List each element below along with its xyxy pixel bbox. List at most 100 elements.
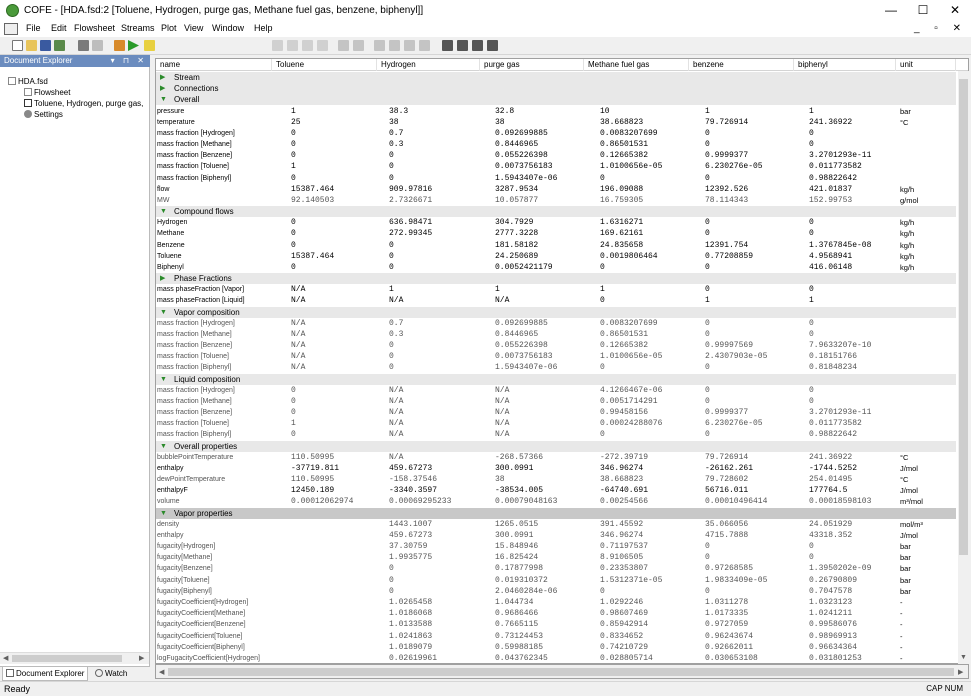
move-column-icon[interactable]	[302, 40, 313, 51]
value-cell[interactable]: 0.17877998	[495, 563, 543, 574]
section-header[interactable]: ▼ Vapor composition	[156, 306, 956, 318]
value-cell[interactable]: 0	[705, 284, 710, 295]
value-cell[interactable]: 0.7665115	[495, 619, 538, 630]
tree-item-hda-fsd[interactable]: HDA.fsd	[8, 77, 48, 86]
value-cell[interactable]: N/A	[495, 429, 509, 440]
value-cell[interactable]: 0.98607469	[600, 608, 648, 619]
value-cell[interactable]: 254.01495	[809, 474, 852, 485]
value-cell[interactable]: 0.71197537	[600, 541, 648, 552]
value-cell[interactable]: 2777.3228	[495, 228, 538, 239]
value-cell[interactable]: 0	[291, 139, 296, 150]
table-row[interactable]: Biphenyl 0 0 0.0052421179 0 0 416.06148 kg/h	[156, 262, 956, 273]
print-icon[interactable]	[442, 40, 453, 51]
value-cell[interactable]: 0.00018598103	[809, 496, 871, 507]
print-zoom-icon[interactable]	[487, 40, 498, 51]
scroll-thumb[interactable]	[959, 79, 968, 555]
value-cell[interactable]: N/A	[389, 396, 403, 407]
table-row[interactable]: fugacityCoefficient[Toluene] 1.0241863 0.7…	[156, 631, 956, 642]
value-cell[interactable]: 0.98822642	[809, 429, 857, 440]
value-cell[interactable]: 1.0133588	[389, 619, 432, 630]
value-cell[interactable]: 15387.464	[291, 251, 334, 262]
value-cell[interactable]: 1	[600, 284, 605, 295]
scroll-right-icon[interactable]: ▶	[958, 668, 963, 676]
menu-file[interactable]: File	[26, 23, 41, 33]
value-cell[interactable]: 636.98471	[389, 217, 432, 228]
value-cell[interactable]: N/A	[495, 385, 509, 396]
table-row[interactable]: fugacity[Biphenyl] 0 2.0460284e-06 0 0 0.7047…	[156, 586, 956, 597]
value-cell[interactable]: 1.5943407e-06	[495, 173, 557, 184]
value-cell[interactable]: -1744.5252	[809, 463, 857, 474]
value-cell[interactable]: 1.044734	[495, 597, 533, 608]
tree-item-settings[interactable]: Settings	[24, 110, 63, 119]
value-cell[interactable]: 421.01837	[809, 184, 852, 195]
collapse-icon[interactable]: ▼	[160, 441, 167, 452]
value-cell[interactable]: 0	[389, 251, 394, 262]
table-row[interactable]: mass fraction [Benzene] N/A 0 0.055226398 0.…	[156, 340, 956, 351]
value-cell[interactable]: -26162.261	[705, 463, 753, 474]
section-header[interactable]: ▼ Overall	[156, 94, 956, 106]
table-row[interactable]: logFugacityCoefficient[Hydrogen] 0.026199…	[156, 653, 956, 663]
magnifier-icon[interactable]	[374, 40, 385, 51]
value-cell[interactable]: 0	[809, 396, 814, 407]
value-cell[interactable]: 2.0460284e-06	[495, 586, 557, 597]
value-cell[interactable]: 12392.526	[705, 184, 748, 195]
value-cell[interactable]: 1	[291, 161, 296, 172]
value-cell[interactable]: 1.5943407e-06	[495, 362, 557, 373]
run-icon[interactable]	[128, 40, 139, 51]
value-cell[interactable]: 0.81848234	[809, 362, 857, 373]
table-row[interactable]: mass fraction [Biphenyl] 0 N/A N/A 0 0 0.98822…	[156, 429, 956, 440]
value-cell[interactable]: 1.0241211	[809, 608, 852, 619]
value-cell[interactable]: 0	[809, 217, 814, 228]
value-cell[interactable]: 0.97268585	[705, 563, 753, 574]
value-cell[interactable]: 300.0991	[495, 463, 533, 474]
column-header[interactable]: unit	[896, 59, 956, 71]
value-cell[interactable]: 1	[495, 284, 500, 295]
value-cell[interactable]: 0.00079048163	[495, 496, 557, 507]
value-cell[interactable]: 32.8	[495, 106, 514, 117]
expand-icon[interactable]: ▶	[160, 83, 165, 94]
section-header[interactable]: ▶ Phase Fractions	[156, 273, 956, 285]
collapse-icon[interactable]: ▼	[160, 206, 167, 217]
value-cell[interactable]: 2.4307903e-05	[705, 351, 767, 362]
table-row[interactable]: fugacityCoefficient[Methane] 1.0186068 0.9…	[156, 608, 956, 619]
maximize-button[interactable]: ☐	[907, 0, 939, 21]
value-cell[interactable]: 0	[809, 329, 814, 340]
value-cell[interactable]: 1.0241863	[389, 631, 432, 642]
value-cell[interactable]: 0.99586076	[809, 619, 857, 630]
collapse-icon[interactable]: ▼	[160, 508, 167, 519]
value-cell[interactable]: 909.97816	[389, 184, 432, 195]
value-cell[interactable]: 0.8446965	[495, 139, 538, 150]
value-cell[interactable]: 92.140503	[291, 195, 334, 206]
value-cell[interactable]: 0	[705, 318, 710, 329]
value-cell[interactable]: 1.3767845e-08	[809, 240, 871, 251]
section-header[interactable]: ▼ Liquid composition	[156, 373, 956, 385]
value-cell[interactable]: 1.6316271	[600, 217, 643, 228]
grid-vertical-scrollbar[interactable]: ▼	[958, 71, 969, 664]
value-cell[interactable]: 0	[291, 228, 296, 239]
scroll-left-icon[interactable]: ◀	[159, 668, 164, 676]
value-cell[interactable]: 0	[705, 262, 710, 273]
value-cell[interactable]: 0.3	[389, 139, 403, 150]
section-header[interactable]: ▼ Vapor properties	[156, 507, 956, 519]
value-cell[interactable]: N/A	[495, 295, 509, 306]
print-preview-icon[interactable]	[457, 40, 468, 51]
value-cell[interactable]: 79.726914	[705, 117, 748, 128]
value-cell[interactable]: 1	[809, 106, 814, 117]
scroll-left-icon[interactable]: ◀	[3, 654, 8, 662]
value-cell[interactable]: 38	[495, 117, 505, 128]
value-cell[interactable]: 346.96274	[600, 463, 643, 474]
value-cell[interactable]: 0	[291, 385, 296, 396]
value-cell[interactable]: 15387.464	[291, 184, 334, 195]
value-cell[interactable]: 0.011773582	[809, 161, 862, 172]
value-cell[interactable]: 38	[389, 117, 399, 128]
copy-icon[interactable]	[78, 40, 89, 51]
value-cell[interactable]: 0	[809, 139, 814, 150]
value-cell[interactable]: 38	[495, 474, 505, 485]
value-cell[interactable]: 0	[809, 284, 814, 295]
value-cell[interactable]: 0	[809, 385, 814, 396]
value-cell[interactable]: 1	[809, 295, 814, 306]
value-cell[interactable]: 300.0991	[495, 530, 533, 541]
column-header[interactable]: biphenyl	[794, 59, 896, 71]
value-cell[interactable]: 0.73124453	[495, 631, 543, 642]
value-cell[interactable]: 0.99458156	[600, 407, 648, 418]
